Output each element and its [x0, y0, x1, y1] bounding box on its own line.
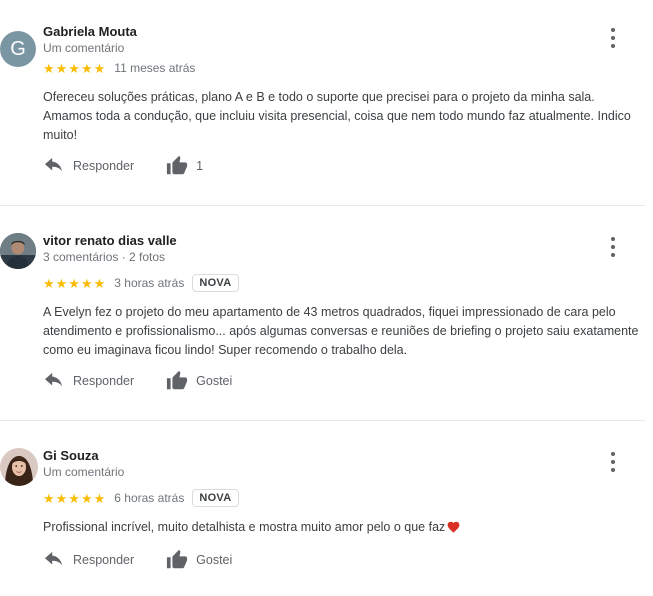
- review-actions: Responder 1: [43, 154, 203, 178]
- divider: [0, 420, 645, 421]
- reply-button[interactable]: Responder: [43, 157, 134, 175]
- thumb-up-icon: [166, 155, 188, 177]
- reply-label: Responder: [73, 374, 135, 388]
- review-time: 3 horas atrás: [114, 276, 185, 290]
- review-text-row: Profissional incrível, muito detalhista …: [43, 518, 643, 539]
- heart-icon: [446, 520, 461, 539]
- new-badge: NOVA: [192, 274, 239, 292]
- rating-row: ★★★★★ 3 horas atrás NOVA: [43, 273, 239, 293]
- avatar-photo: [0, 233, 36, 269]
- reply-arrow-icon: [43, 551, 65, 569]
- avatar[interactable]: [0, 233, 36, 269]
- review-card: G Gabriela Mouta Um comentário ★★★★★ 11 …: [0, 24, 653, 184]
- reply-arrow-icon: [43, 372, 65, 390]
- review-time: 11 meses atrás: [114, 61, 196, 75]
- review-text: A Evelyn fez o projeto do meu apartament…: [43, 305, 639, 357]
- reply-arrow-icon: [43, 157, 65, 175]
- more-options-button[interactable]: [604, 237, 622, 257]
- reviewer-name[interactable]: Gabriela Mouta: [43, 24, 137, 39]
- review-time: 6 horas atrás: [114, 491, 185, 505]
- star-rating: ★★★★★: [43, 275, 107, 291]
- review-text: Profissional incrível, muito detalhista …: [43, 520, 446, 534]
- thumb-up-icon: [166, 370, 188, 392]
- avatar-letter: G: [10, 37, 26, 60]
- reviewer-meta: Um comentário: [43, 41, 125, 55]
- like-button[interactable]: 1: [166, 155, 203, 177]
- like-label: Gostei: [196, 553, 233, 567]
- more-vert-icon: [611, 452, 615, 456]
- more-options-button[interactable]: [604, 452, 622, 472]
- reply-label: Responder: [73, 553, 135, 567]
- review-actions: Responder Gostei: [43, 369, 232, 393]
- thumb-up-icon: [166, 549, 188, 571]
- reply-button[interactable]: Responder: [43, 551, 134, 569]
- star-rating: ★★★★★: [43, 490, 107, 506]
- more-options-button[interactable]: [604, 28, 622, 48]
- more-vert-icon: [611, 28, 615, 32]
- reply-button[interactable]: Responder: [43, 372, 134, 390]
- star-rating: ★★★★★: [43, 60, 107, 76]
- review-text: Ofereceu soluções práticas, plano A e B …: [43, 90, 631, 142]
- reply-label: Responder: [73, 159, 135, 173]
- like-label: Gostei: [196, 374, 233, 388]
- rating-row: ★★★★★ 11 meses atrás: [43, 58, 195, 78]
- reviewer-meta: 3 comentários · 2 fotos: [43, 250, 166, 264]
- avatar-photo: [0, 448, 38, 486]
- like-button[interactable]: Gostei: [166, 370, 232, 392]
- reviewer-meta: Um comentário: [43, 465, 125, 479]
- avatar[interactable]: [0, 448, 38, 486]
- new-badge: NOVA: [192, 489, 239, 507]
- rating-row: ★★★★★ 6 horas atrás NOVA: [43, 488, 239, 508]
- avatar[interactable]: G: [0, 31, 36, 67]
- like-button[interactable]: Gostei: [166, 549, 232, 571]
- review-actions: Responder Gostei: [43, 548, 232, 572]
- more-vert-icon: [611, 237, 615, 241]
- like-count: 1: [196, 159, 204, 173]
- reviewer-name[interactable]: Gi Souza: [43, 448, 99, 463]
- review-card: vitor renato dias valle 3 comentários · …: [0, 233, 653, 403]
- reviewer-name[interactable]: vitor renato dias valle: [43, 233, 177, 248]
- review-card: Gi Souza Um comentário ★★★★★ 6 horas atr…: [0, 448, 653, 588]
- divider: [0, 205, 645, 206]
